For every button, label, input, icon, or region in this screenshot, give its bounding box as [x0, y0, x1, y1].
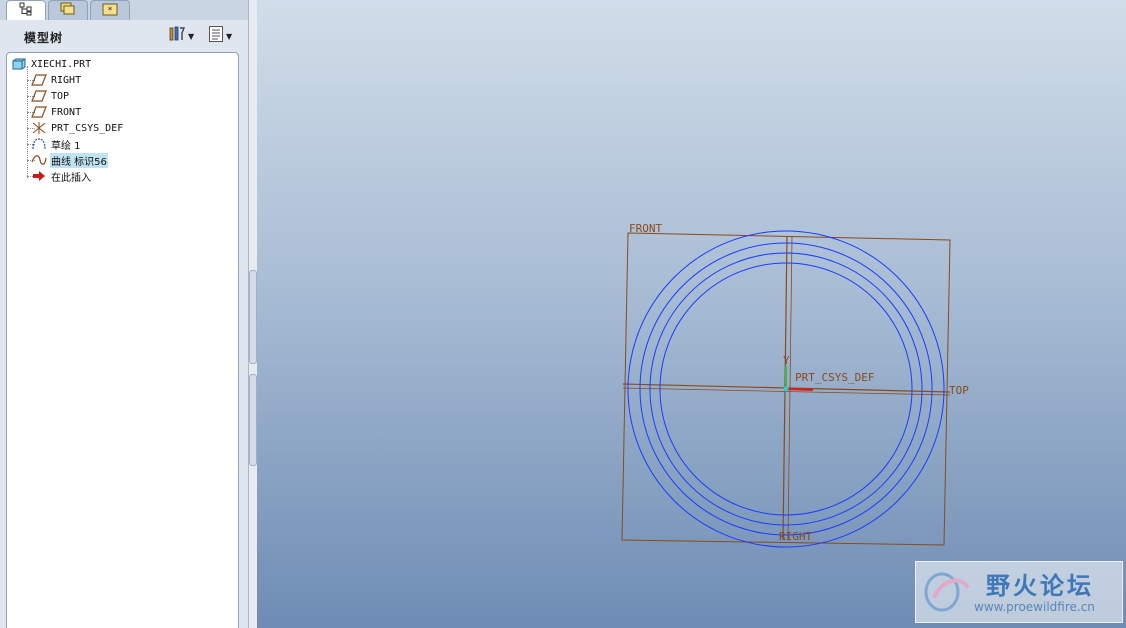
tree-item-label: FRONT: [51, 106, 82, 118]
splitter-grip-upper[interactable]: [249, 270, 257, 364]
sketch-icon: [31, 137, 47, 151]
tree-settings-button[interactable]: ▼: [168, 26, 194, 46]
chevron-down-icon: ▼: [188, 31, 195, 41]
tree-item-sketch[interactable]: 草绘 1: [31, 136, 82, 152]
tree-item-curve[interactable]: 曲线 标识56: [31, 152, 108, 168]
navigator-tab-strip: *: [0, 0, 248, 20]
tree-item-label: 曲线 标识56: [50, 152, 108, 168]
right-label: RIGHT: [779, 530, 812, 543]
model-scene: FRONT TOP RIGHT PRT_CSYS_DEF Y: [621, 222, 969, 548]
tree-item-label: 草绘 1: [51, 140, 81, 152]
tree-connector-line: [27, 66, 28, 178]
favorites-icon: *: [101, 1, 119, 21]
tree-item-right[interactable]: RIGHT: [31, 72, 82, 88]
datum-plane-icon: [31, 73, 47, 87]
watermark-url: www.proewildfire.cn: [974, 600, 1095, 614]
datum-plane-icon: [31, 89, 47, 103]
tab-favorites[interactable]: *: [90, 0, 130, 20]
panel-splitter[interactable]: [248, 270, 257, 470]
datum-plane-icon: [31, 105, 47, 119]
tree-item-front[interactable]: FRONT: [31, 104, 82, 120]
watermark: 野火论坛 www.proewildfire.cn: [915, 561, 1123, 623]
tab-folder-browser[interactable]: [48, 0, 88, 20]
tree-item-csys[interactable]: PRT_CSYS_DEF: [31, 120, 124, 136]
part-icon: [11, 57, 27, 71]
tab-model-tree[interactable]: [6, 0, 46, 20]
csys-x-axis: [785, 388, 814, 391]
tree-show-icon: [208, 25, 224, 47]
tree-item-label: PRT_CSYS_DEF: [51, 122, 124, 134]
tree-item-part[interactable]: XIECHI.PRT: [11, 56, 92, 72]
graphics-window[interactable]: FRONT TOP RIGHT PRT_CSYS_DEF Y: [257, 0, 1126, 628]
curve-icon: [31, 153, 47, 167]
model-tree-title: 模型树: [24, 31, 64, 45]
tree-item-insert-here[interactable]: 在此插入: [31, 168, 92, 184]
csys-origin: [783, 386, 789, 392]
chevron-down-icon: ▼: [226, 31, 233, 41]
tree-item-label: 在此插入: [51, 172, 91, 184]
csys-icon: [31, 121, 47, 135]
forum-logo-icon: [922, 568, 974, 620]
csys-label: PRT_CSYS_DEF: [795, 371, 874, 384]
folder-browser-icon: [59, 1, 77, 21]
insert-here-icon: [31, 169, 47, 183]
model-tree-panel: * 模型树 ▼ ▼ XIECHI.PRT RIGHT TOP FRONT PRT…: [0, 0, 249, 628]
model-tree-icon: [19, 1, 33, 20]
tree-item-label: RIGHT: [51, 74, 82, 86]
y-axis-label: Y: [783, 354, 790, 367]
splitter-grip-lower[interactable]: [249, 374, 257, 466]
tree-item-label: XIECHI.PRT: [31, 58, 92, 70]
watermark-title: 野火论坛: [986, 572, 1094, 600]
top-label: TOP: [949, 384, 969, 397]
tree-show-button[interactable]: ▼: [208, 26, 232, 46]
model-tree: XIECHI.PRT RIGHT TOP FRONT PRT_CSYS_DEF …: [6, 52, 239, 628]
front-label: FRONT: [629, 222, 662, 235]
tree-settings-icon: [168, 25, 186, 47]
model-tree-header: 模型树 ▼ ▼: [6, 22, 246, 50]
tree-item-label: TOP: [51, 90, 70, 102]
tree-item-top[interactable]: TOP: [31, 88, 70, 104]
svg-text:*: *: [108, 6, 113, 16]
